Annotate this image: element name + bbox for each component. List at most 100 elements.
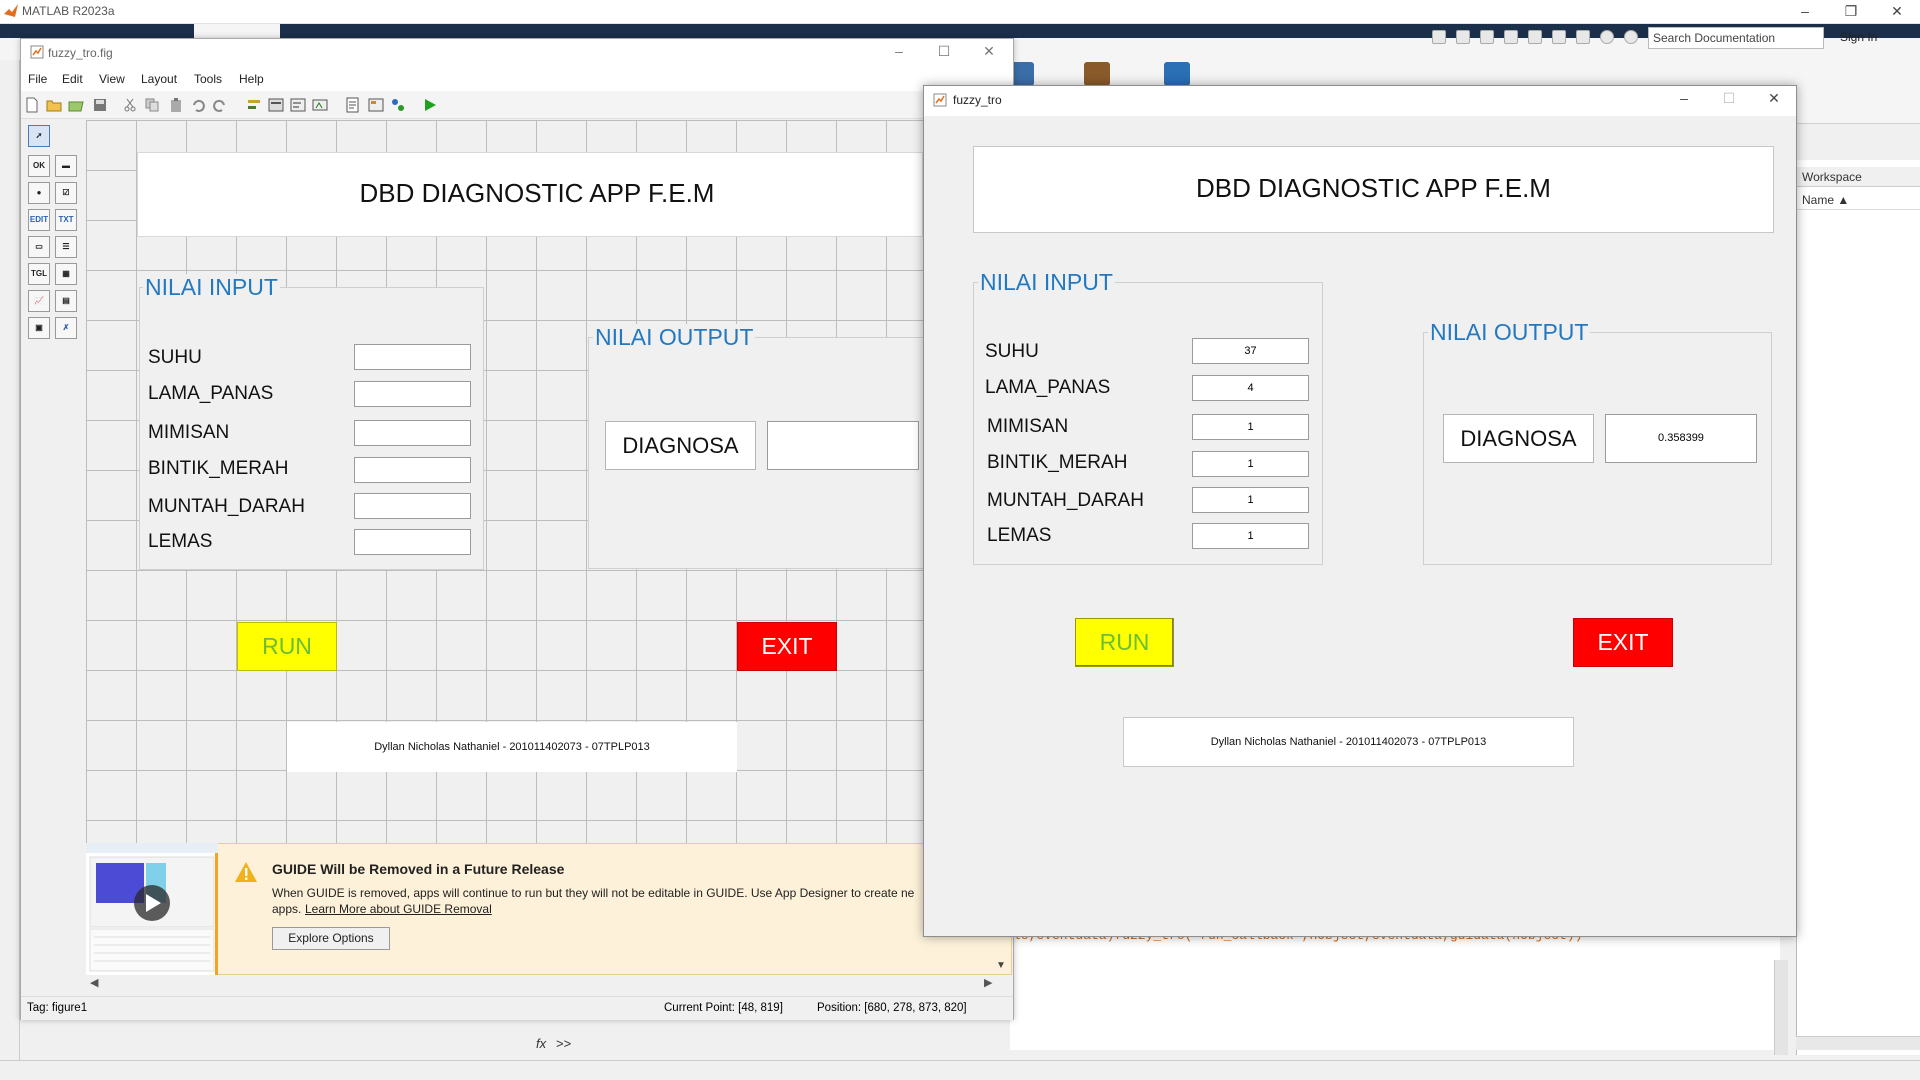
scroll-right-icon[interactable]: ▶ xyxy=(984,976,992,989)
explore-options-button[interactable]: Explore Options xyxy=(272,927,390,950)
menu-layout[interactable]: Layout xyxy=(141,72,177,86)
redo-icon[interactable] xyxy=(212,97,228,113)
switch-windows-icon[interactable] xyxy=(1576,30,1590,44)
input-panel-title: NILAI INPUT xyxy=(143,274,280,301)
mimisan-input[interactable] xyxy=(354,420,471,446)
axes-tool-icon[interactable]: 📈 xyxy=(28,290,50,312)
cut-icon[interactable] xyxy=(122,97,138,113)
slider-tool-icon[interactable]: ▬ xyxy=(55,155,77,177)
scroll-down-icon[interactable]: ▼ xyxy=(996,960,1006,971)
open-folder-icon[interactable] xyxy=(46,97,62,113)
figure-exit-button[interactable]: EXIT xyxy=(1573,618,1673,667)
lama-panas-input[interactable] xyxy=(354,381,471,407)
ribbon-app-icon[interactable] xyxy=(1164,62,1190,86)
learn-more-link[interactable]: Learn More about GUIDE Removal xyxy=(305,902,492,916)
bintik-merah-input[interactable] xyxy=(354,457,471,483)
menu-help[interactable]: Help xyxy=(239,72,264,86)
undo-icon[interactable] xyxy=(190,97,206,113)
guide-maximize-button[interactable]: ☐ xyxy=(921,40,967,64)
exit-button[interactable]: EXIT xyxy=(737,622,837,671)
workspace-horizontal-scrollbar[interactable] xyxy=(1796,1036,1920,1050)
figure-run-button[interactable]: RUN xyxy=(1075,618,1174,667)
sign-in-link[interactable]: Sign In xyxy=(1840,30,1877,44)
copy-icon[interactable] xyxy=(1480,30,1494,44)
toggle-button-tool-icon[interactable]: TGL xyxy=(28,263,50,285)
new-file-icon[interactable] xyxy=(24,97,40,113)
property-inspector-icon[interactable] xyxy=(368,97,384,113)
app-title: DBD DIAGNOSTIC APP F.E.M xyxy=(359,178,715,208)
pushbutton-tool-icon[interactable]: OK xyxy=(28,155,50,177)
figure-suhu-input[interactable]: 37 xyxy=(1192,338,1309,364)
notification-text-apps: apps. xyxy=(272,902,302,916)
figure-bintik-merah-input[interactable]: 1 xyxy=(1192,451,1309,477)
muntah-darah-input[interactable] xyxy=(354,493,471,519)
fx-icon[interactable]: fx xyxy=(536,1036,546,1051)
diagnosa-output[interactable] xyxy=(767,421,919,470)
figure-window-title: fuzzy_tro xyxy=(953,93,1002,107)
lemas-input[interactable] xyxy=(354,529,471,555)
command-window-scrollbar[interactable] xyxy=(1774,960,1788,1055)
toolbar-editor-icon[interactable] xyxy=(312,97,328,113)
paste-icon[interactable] xyxy=(1504,30,1518,44)
figure-file-icon xyxy=(30,45,44,59)
guide-horizontal-scrollbar[interactable] xyxy=(86,975,1012,991)
edit-text-tool-icon[interactable]: EDIT xyxy=(28,209,50,231)
input-label-lama-panas: LAMA_PANAS xyxy=(148,383,274,404)
figure-close-button[interactable]: ✕ xyxy=(1751,87,1797,111)
figure-lemas-input[interactable]: 1 xyxy=(1192,523,1309,549)
panel-tool-icon[interactable]: ▤ xyxy=(55,290,77,312)
figure-muntah-darah-input[interactable]: 1 xyxy=(1192,487,1309,513)
align-objects-icon[interactable] xyxy=(246,97,262,113)
save-icon[interactable] xyxy=(92,97,108,113)
search-documentation-input[interactable]: Search Documentation xyxy=(1648,27,1824,49)
undo-icon[interactable] xyxy=(1528,30,1542,44)
menu-file[interactable]: File xyxy=(28,72,47,86)
chevron-down-icon[interactable] xyxy=(1624,30,1638,44)
run-button[interactable]: RUN xyxy=(237,622,337,671)
close-button[interactable]: ✕ xyxy=(1874,0,1920,24)
minimize-button[interactable]: – xyxy=(1782,0,1828,24)
table-tool-icon[interactable]: ▦ xyxy=(55,263,77,285)
menu-edit[interactable]: Edit xyxy=(62,72,83,86)
button-group-tool-icon[interactable]: ▣ xyxy=(28,317,50,339)
guide-minimize-button[interactable]: – xyxy=(876,40,922,64)
figure-lama-panas-input[interactable]: 4 xyxy=(1192,375,1309,401)
object-browser-icon[interactable] xyxy=(390,97,406,113)
static-text-tool-icon[interactable]: TXT xyxy=(55,209,77,231)
figure-input-panel-title: NILAI INPUT xyxy=(978,269,1115,296)
figure-diagnosa-output[interactable]: 0.358399 xyxy=(1605,414,1757,463)
command-prompt[interactable]: >> xyxy=(556,1036,571,1051)
run-figure-icon[interactable] xyxy=(422,97,438,113)
app-designer-video-thumbnail[interactable] xyxy=(86,843,218,975)
popup-menu-tool-icon[interactable]: ▭ xyxy=(28,236,50,258)
checkbox-tool-icon[interactable]: ☑ xyxy=(55,182,77,204)
editor-icon[interactable] xyxy=(345,97,361,113)
menu-view[interactable]: View xyxy=(99,72,125,86)
menu-tools[interactable]: Tools xyxy=(194,72,222,86)
activex-tool-icon[interactable]: ✗ xyxy=(55,317,77,339)
ribbon-app-icon[interactable] xyxy=(1084,62,1110,86)
open-file-icon[interactable] xyxy=(68,97,84,113)
paste-icon[interactable] xyxy=(168,97,184,113)
figure-label-mimisan: MIMISAN xyxy=(987,416,1069,437)
figure-maximize-button[interactable]: ☐ xyxy=(1706,87,1752,111)
copy-icon[interactable] xyxy=(144,97,160,113)
ribbon-tab-apps[interactable] xyxy=(194,24,280,38)
figure-minimize-button[interactable]: – xyxy=(1661,87,1707,111)
redo-icon[interactable] xyxy=(1552,30,1566,44)
listbox-tool-icon[interactable]: ☰ xyxy=(55,236,77,258)
select-tool-icon[interactable]: ➚ xyxy=(28,125,50,147)
status-current-point: Current Point: [48, 819] xyxy=(664,1002,783,1014)
cut-icon[interactable] xyxy=(1456,30,1470,44)
scroll-left-icon[interactable]: ◀ xyxy=(90,976,98,989)
menu-editor-icon[interactable] xyxy=(268,97,284,113)
save-icon[interactable] xyxy=(1432,30,1446,44)
tab-order-editor-icon[interactable] xyxy=(290,97,306,113)
radio-button-tool-icon[interactable]: ● xyxy=(28,182,50,204)
figure-mimisan-input[interactable]: 1 xyxy=(1192,414,1309,440)
help-icon[interactable] xyxy=(1600,30,1614,44)
restore-button[interactable]: ❐ xyxy=(1828,0,1874,24)
guide-close-button[interactable]: ✕ xyxy=(966,40,1012,64)
suhu-input[interactable] xyxy=(354,344,471,370)
workspace-name-column[interactable]: Name ▲ xyxy=(1796,190,1920,210)
